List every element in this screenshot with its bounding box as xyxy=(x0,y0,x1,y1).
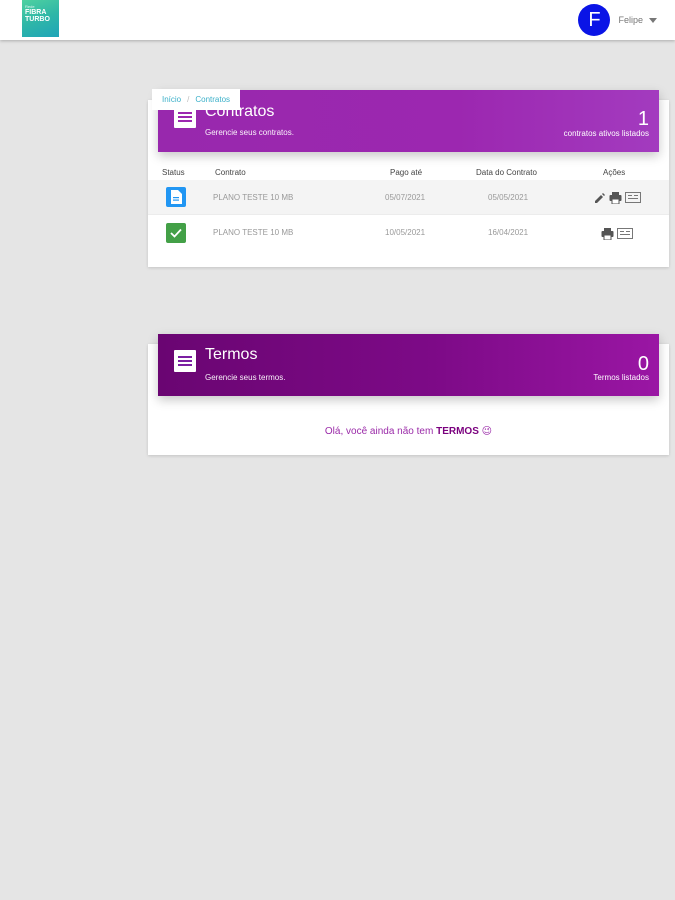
column-status: Status xyxy=(162,168,185,177)
edit-icon[interactable] xyxy=(593,191,606,204)
breadcrumb: Início / Contratos xyxy=(152,89,241,110)
user-name: Felipe xyxy=(618,15,643,25)
logo-line-2: TURBO xyxy=(25,16,50,23)
chevron-down-icon[interactable] xyxy=(649,17,657,23)
receipt-icon[interactable] xyxy=(617,227,633,240)
empty-message-bold: TERMOS xyxy=(436,426,479,437)
terms-count-label: Termos listados xyxy=(593,373,649,382)
contract-name: PLANO TESTE 10 MB xyxy=(213,193,294,202)
paid-until: 10/05/2021 xyxy=(385,228,426,237)
row-actions xyxy=(593,191,641,204)
print-icon[interactable] xyxy=(609,191,622,204)
avatar[interactable]: F xyxy=(578,4,611,36)
contract-date: 16/04/2021 xyxy=(488,228,529,237)
check-icon xyxy=(166,223,186,243)
logo-small-text: Rede xyxy=(25,4,35,9)
contracts-subtitle: Gerencie seus contratos. xyxy=(205,128,294,137)
column-contract-date: Data do Contrato xyxy=(476,168,537,177)
logo[interactable]: Rede FIBRA TURBO xyxy=(22,0,59,37)
terms-header: Termos Gerencie seus termos. 0 Termos li… xyxy=(158,334,659,396)
contracts-card: Contratos Gerencie seus contratos. 1 con… xyxy=(148,90,669,267)
contract-date: 05/05/2021 xyxy=(488,193,529,202)
paid-until: 05/07/2021 xyxy=(385,193,426,202)
breadcrumb-separator: / xyxy=(187,95,190,104)
contract-name: PLANO TESTE 10 MB xyxy=(213,228,294,237)
terms-subtitle: Gerencie seus termos. xyxy=(205,373,286,382)
column-paid-until: Pago até xyxy=(390,168,423,177)
document-list-icon xyxy=(174,350,196,372)
column-actions: Ações xyxy=(603,168,626,177)
logo-line-1: FIBRA xyxy=(25,9,47,16)
row-actions xyxy=(601,227,633,240)
top-bar: Rede FIBRA TURBO F Felipe xyxy=(0,0,675,40)
breadcrumb-contracts[interactable]: Contratos xyxy=(195,95,230,104)
empty-message-text: Olá, você ainda não tem xyxy=(324,426,437,437)
receipt-icon[interactable] xyxy=(625,191,641,204)
print-icon[interactable] xyxy=(601,227,614,240)
wink-emoji-icon: 😉 xyxy=(481,426,493,437)
terms-title: Termos xyxy=(205,346,258,363)
terms-card: Termos Gerencie seus termos. 0 Termos li… xyxy=(148,334,669,455)
contracts-count: 1 xyxy=(637,108,649,130)
contracts-count-label: contratos ativos listados xyxy=(563,129,649,138)
user-menu[interactable]: F Felipe xyxy=(578,4,657,36)
row-divider xyxy=(148,214,669,215)
table-row: PLANO TESTE 10 MB 10/05/2021 16/04/2021 xyxy=(148,216,669,251)
empty-terms-message: Olá, você ainda não tem TERMOS 😉 xyxy=(148,426,669,437)
breadcrumb-home[interactable]: Início xyxy=(162,95,181,104)
column-contract: Contrato xyxy=(215,168,246,177)
document-icon xyxy=(166,187,186,207)
table-row: PLANO TESTE 10 MB 05/07/2021 05/05/2021 xyxy=(148,180,669,215)
